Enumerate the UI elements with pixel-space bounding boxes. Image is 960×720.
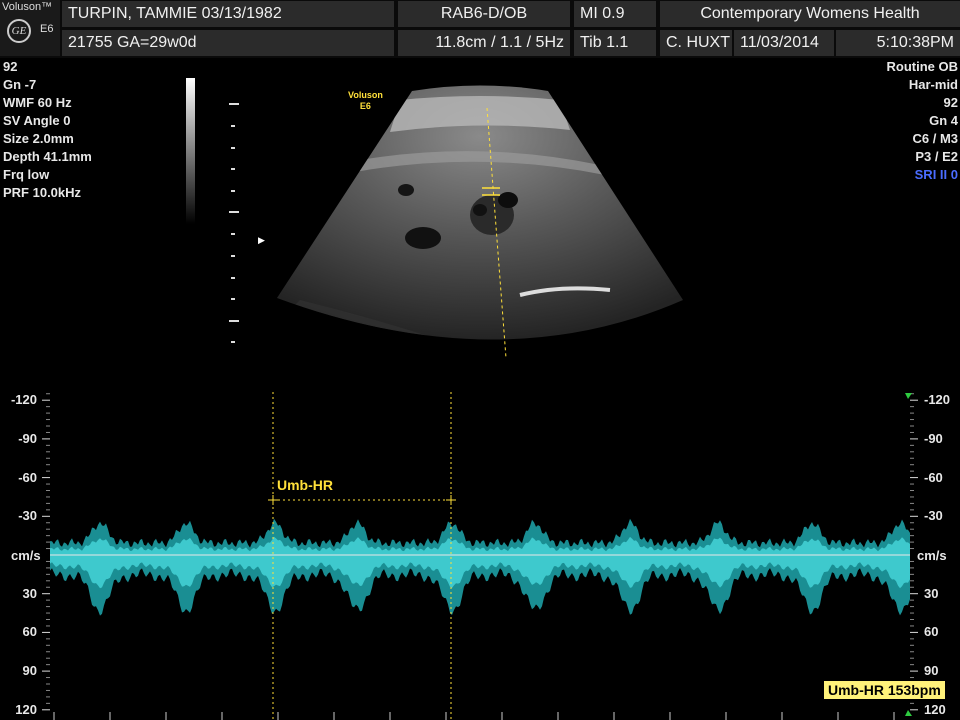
scale-label-left: -60 [18,469,37,485]
heart-rate-result: Umb-HR 153bpm [824,681,945,699]
marker-icon [905,710,912,716]
scale-label-left: -90 [18,430,37,446]
scale-label-left: 120 [15,701,37,717]
scale-label-left: -30 [18,508,37,524]
unit-label: cm/s [917,548,947,563]
scale-label-right: -30 [924,508,943,524]
scale-label-left: -120 [10,392,37,408]
scale-label-right: 120 [924,701,946,717]
scale-label-right: 60 [924,624,939,640]
doppler-spectrum [42,392,918,720]
scale-label-left: 90 [22,663,37,679]
unit-label: cm/s [11,548,41,563]
scale-label-right: -60 [924,469,943,485]
scale-label-right: -90 [924,430,943,446]
scale-label-right: 90 [924,663,939,679]
scale-label-right: 30 [924,585,939,601]
scale-label-left: 30 [22,585,37,601]
scale-label-right: -120 [924,392,951,408]
scale-label-left: 60 [22,624,37,640]
marker-icon [905,393,912,399]
caliper-label: Umb-HR [277,477,333,493]
